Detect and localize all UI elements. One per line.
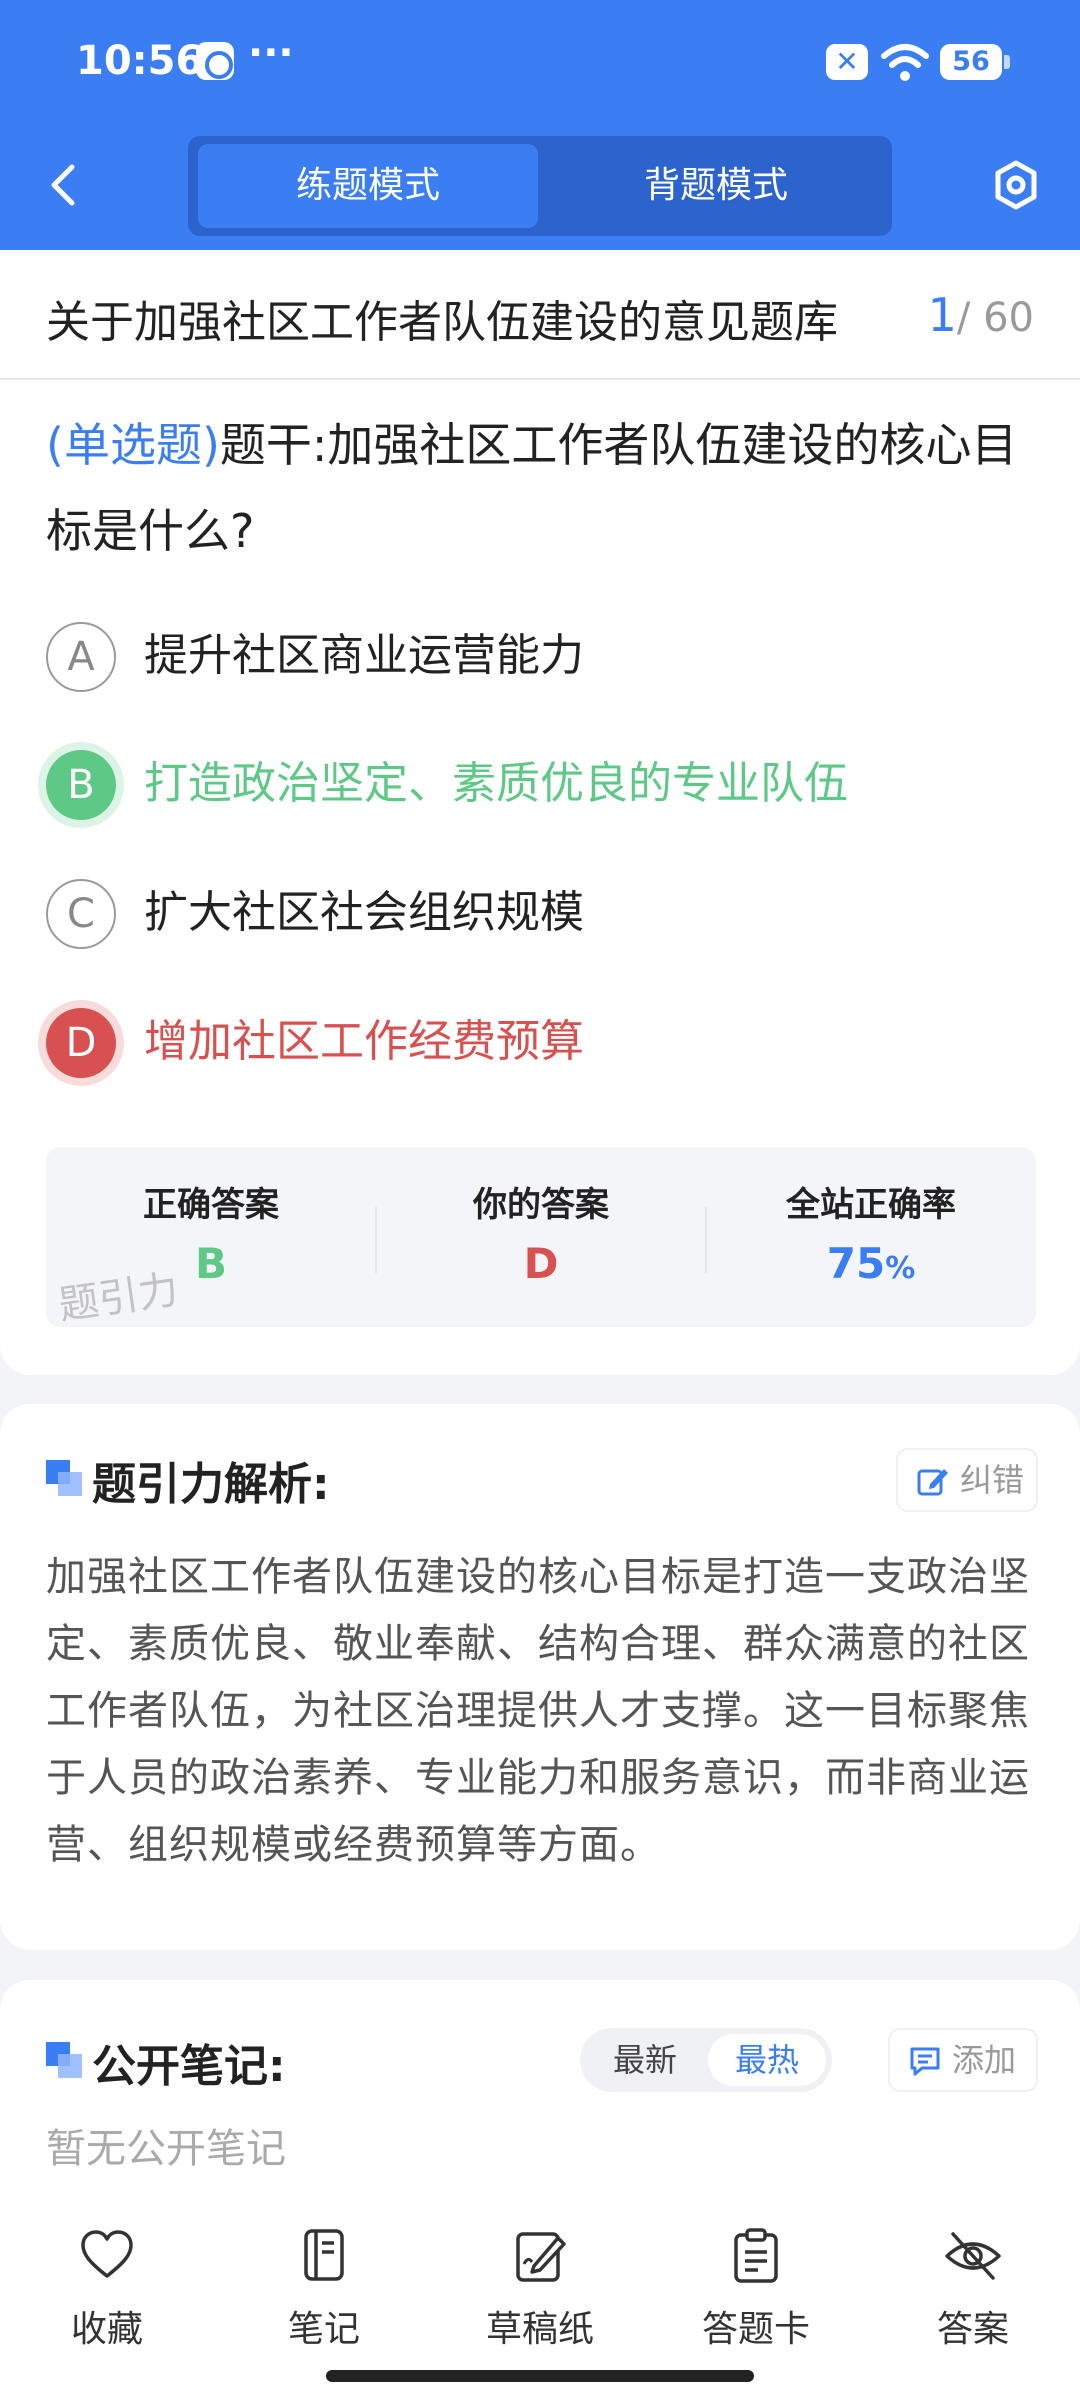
eye-off-icon [945, 2232, 1001, 2280]
section-squares-icon [46, 2042, 84, 2080]
option-letter: D [46, 1008, 116, 1078]
option-letter: B [46, 750, 116, 820]
sort-latest-button[interactable]: 最新 [586, 2034, 704, 2086]
analysis-title: 题引力解析: [92, 1459, 330, 1510]
sim-off-icon: ✕ [826, 44, 868, 80]
report-error-label: 纠错 [960, 1461, 1025, 1499]
notebook-label: 笔记 [287, 2309, 360, 2350]
notes-empty-text: 暂无公开笔记 [46, 2126, 286, 2172]
bottom-toolbar: 收藏 笔记 草稿纸 答题卡 答案 [0, 2180, 1080, 2400]
progress-current: 1 [927, 288, 957, 342]
notebook-icon [304, 2229, 344, 2281]
title-bar: 关于加强社区工作者队伍建设的意见题库 1/ 60 [0, 250, 1080, 380]
answer-summary: 正确答案 B 你的答案 D 全站正确率 75% 题引力 [46, 1147, 1036, 1327]
draft-label: 草稿纸 [485, 2309, 594, 2350]
question-progress: 1/ 60 [928, 288, 1034, 342]
correct-answer-label: 正确答案 [143, 1185, 279, 1225]
question-card: (单选题)题干:加强社区工作者队伍建设的核心目标是什么? A 提升社区商业运营能… [0, 380, 1080, 1375]
edit-icon [917, 1469, 948, 1496]
settings-icon[interactable] [990, 155, 1042, 215]
app-notification-icon [196, 42, 234, 80]
option-text: 提升社区商业运营能力 [144, 630, 584, 681]
option-c[interactable]: C 扩大社区社会组织规模 [46, 873, 1036, 953]
page-title: 关于加强社区工作者队伍建设的意见题库 [46, 297, 838, 348]
accuracy-label: 全站正确率 [786, 1185, 956, 1225]
status-time: 10:56 [76, 38, 204, 84]
tab-practice-mode[interactable]: 练题模式 [198, 144, 538, 228]
progress-total: / 60 [956, 295, 1034, 341]
option-b[interactable]: B 打造政治坚定、素质优良的专业队伍 [46, 744, 1036, 824]
answer-sheet-label: 答题卡 [701, 2309, 810, 2350]
top-header: 10:56 ··· ✕ 56 练题模式 背题模式 [0, 0, 1080, 250]
option-a[interactable]: A 提升社区商业运营能力 [46, 616, 1036, 696]
your-answer-label: 你的答案 [473, 1185, 609, 1225]
show-answer-button[interactable]: 答案 [883, 2228, 1063, 2358]
back-arrow-icon[interactable] [40, 155, 90, 215]
battery-icon: 56 [940, 44, 1010, 80]
your-answer-col: 你的答案 D [376, 1147, 706, 1327]
mode-toggle: 练题模式 背题模式 [188, 136, 892, 236]
accuracy-number: 75 [826, 1239, 886, 1288]
option-letter: A [46, 622, 116, 692]
notes-sort-toggle: 最新 最热 [580, 2028, 832, 2092]
notes-title: 公开笔记: [92, 2041, 286, 2092]
favorite-button[interactable]: 收藏 [17, 2228, 197, 2358]
report-error-button[interactable]: 纠错 [898, 1450, 1036, 1510]
answer-sheet-button[interactable]: 答题卡 [666, 2228, 846, 2358]
status-bar: 10:56 ··· ✕ 56 [0, 0, 1080, 130]
draft-icon [516, 2232, 566, 2282]
favorite-label: 收藏 [70, 2309, 143, 2350]
more-notifications-icon: ··· [248, 30, 294, 76]
accuracy-col: 全站正确率 75% [706, 1147, 1036, 1327]
analysis-body: 加强社区工作者队伍建设的核心目标是打造一支政治坚定、素质优良、敬业奉献、结构合理… [46, 1554, 1030, 1868]
comment-icon [910, 2047, 940, 2076]
add-note-button[interactable]: 添加 [890, 2030, 1036, 2090]
show-answer-label: 答案 [936, 2309, 1009, 2350]
add-note-label: 添加 [952, 2041, 1017, 2079]
accuracy-unit: % [885, 1251, 916, 1286]
option-text: 打造政治坚定、素质优良的专业队伍 [144, 758, 848, 809]
draft-button[interactable]: 草稿纸 [450, 2228, 630, 2358]
question-type: (单选题) [46, 418, 220, 472]
tab-memorize-mode[interactable]: 背题模式 [546, 144, 886, 228]
option-text: 增加社区工作经费预算 [144, 1016, 584, 1067]
your-answer-value: D [523, 1239, 559, 1288]
option-text: 扩大社区社会组织规模 [144, 887, 584, 938]
sort-hot-button[interactable]: 最热 [708, 2034, 826, 2086]
wifi-icon [881, 44, 929, 81]
heart-icon [81, 2230, 133, 2278]
question-stem: (单选题)题干:加强社区工作者队伍建设的核心目标是什么? [46, 402, 1036, 574]
accuracy-value: 75% [706, 1239, 1036, 1288]
analysis-card: 题引力解析: 纠错 加强社区工作者队伍建设的核心目标是打造一支政治坚定、素质优良… [0, 1404, 1080, 1950]
option-d[interactable]: D 增加社区工作经费预算 [46, 1002, 1036, 1082]
section-squares-icon [46, 1460, 84, 1498]
notebook-button[interactable]: 笔记 [234, 2228, 414, 2358]
option-letter: C [46, 879, 116, 949]
home-indicator[interactable] [326, 2370, 754, 2382]
clipboard-icon [734, 2228, 778, 2283]
